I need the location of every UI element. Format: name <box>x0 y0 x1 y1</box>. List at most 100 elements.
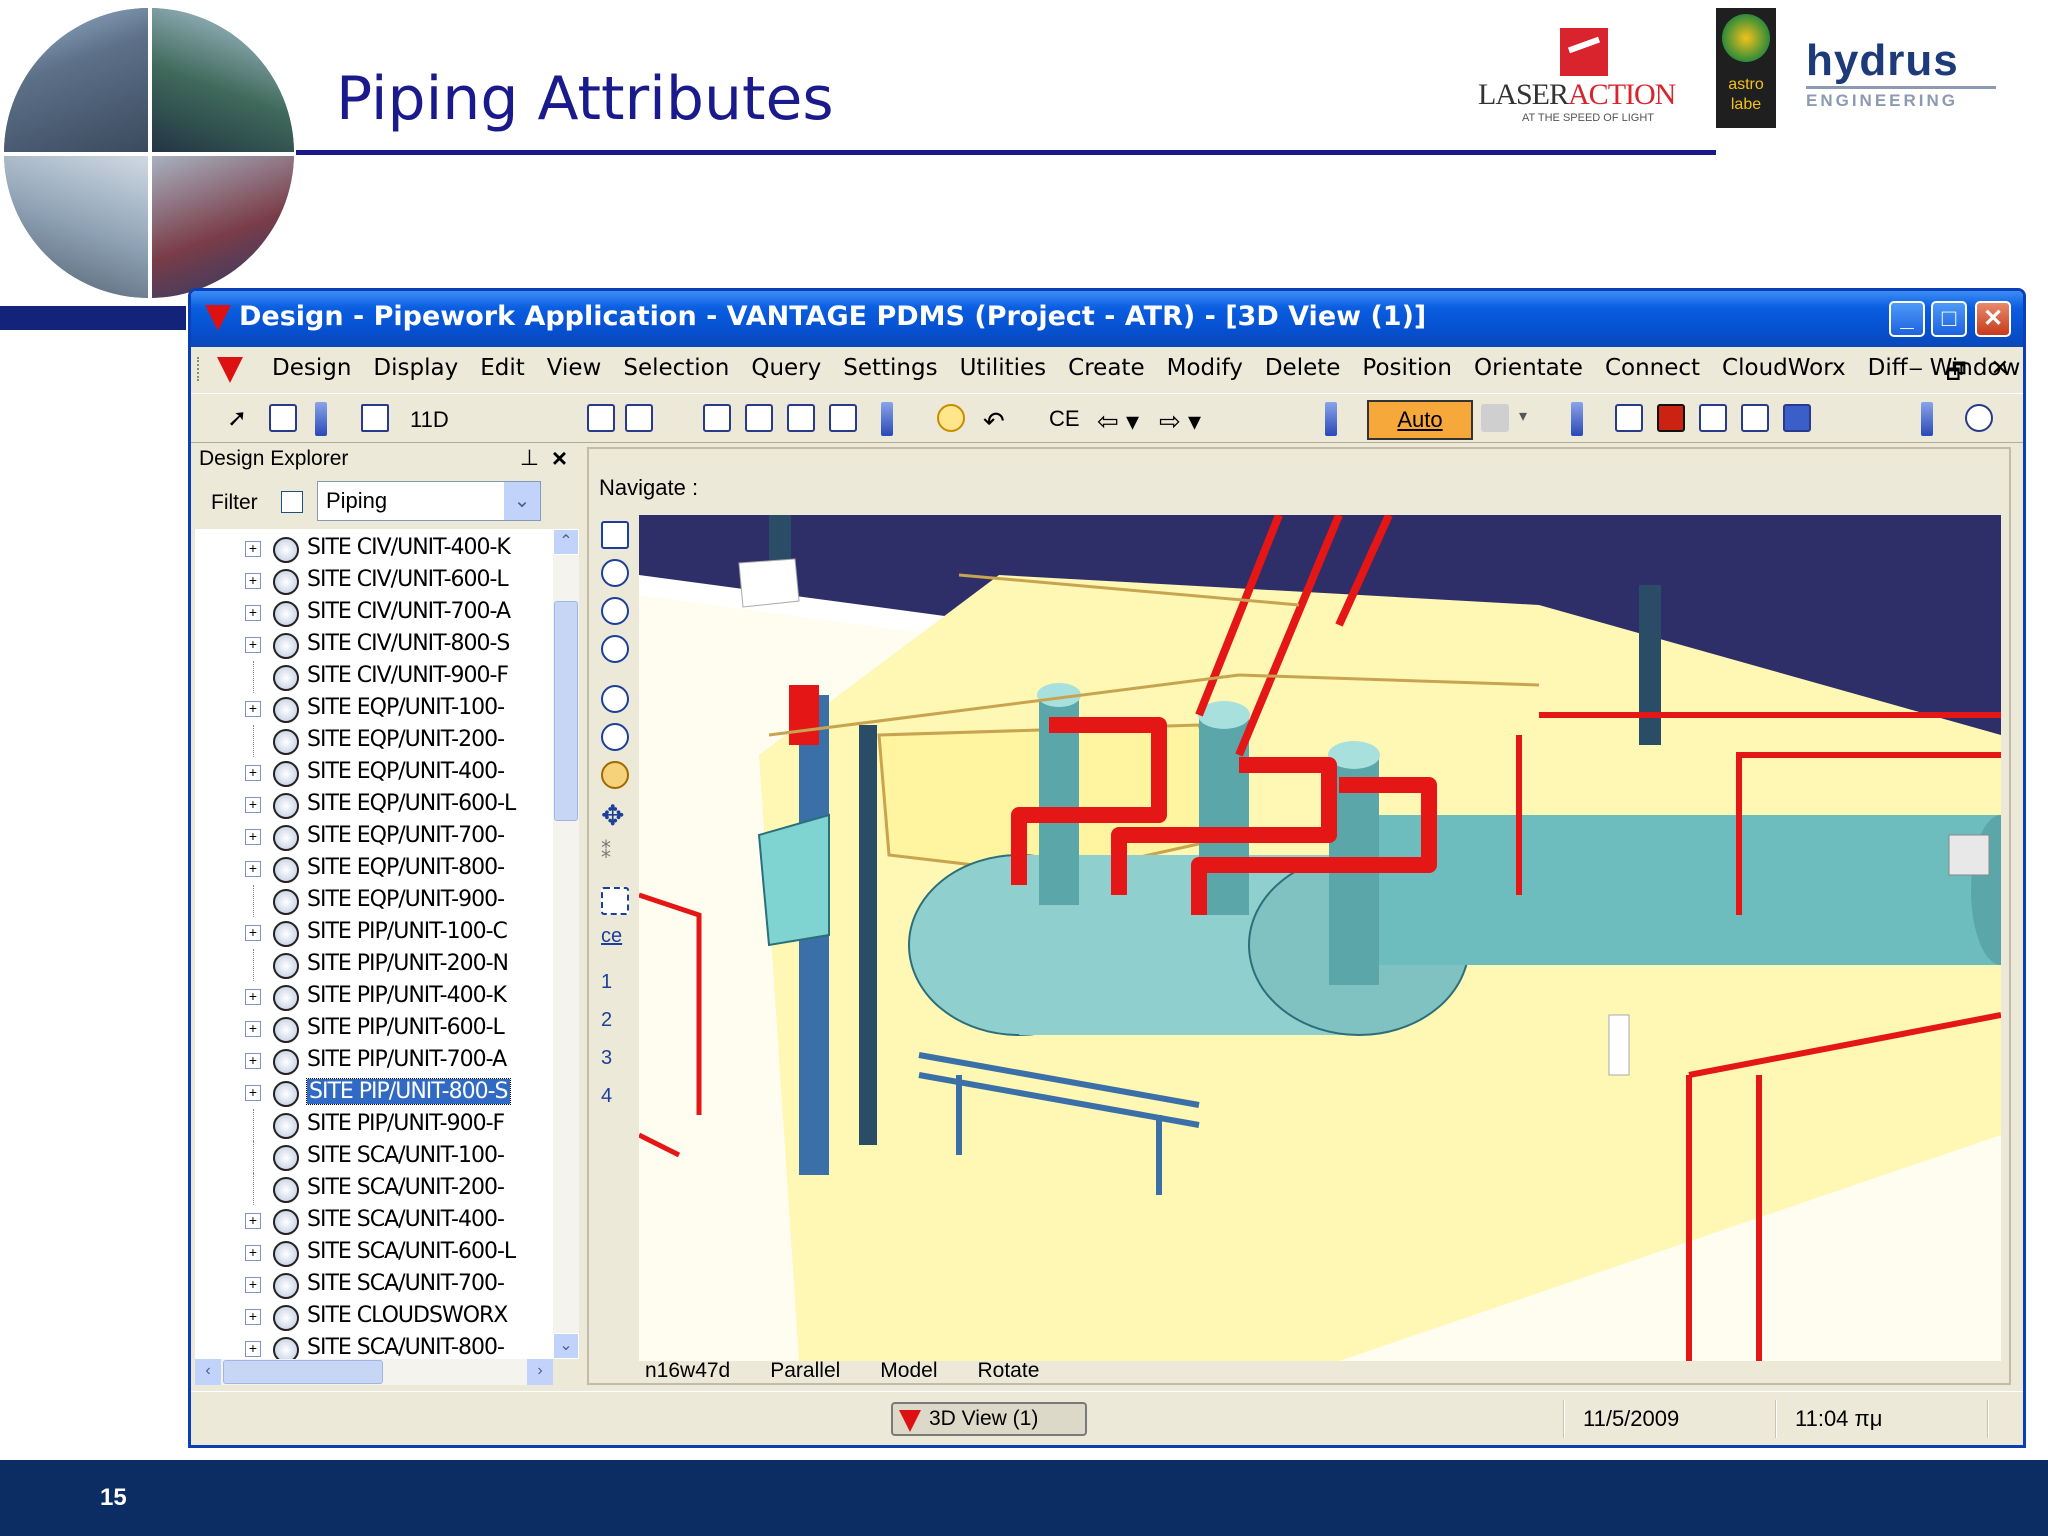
ce-button[interactable]: CE <box>1049 406 1080 432</box>
window-titlebar[interactable]: Design - Pipework Application - VANTAGE … <box>191 291 2023 347</box>
level-field[interactable]: 11D <box>401 402 577 436</box>
expand-icon[interactable]: + <box>245 573 261 589</box>
tree-item[interactable]: + SITE PIP/UNIT-600-L <box>195 1013 553 1045</box>
tree-item[interactable]: + SITE CIV/UNIT-600-L <box>195 565 553 597</box>
expand-icon[interactable]: + <box>245 605 261 621</box>
tree-item[interactable]: + SITE EQP/UNIT-800- <box>195 853 553 885</box>
expand-icon[interactable]: + <box>245 765 261 781</box>
menu-settings[interactable]: Settings <box>832 355 948 381</box>
tree-item[interactable]: + SITE SCA/UNIT-400- <box>195 1205 553 1237</box>
expand-icon[interactable]: + <box>245 1341 261 1357</box>
menu-view[interactable]: View <box>536 355 613 381</box>
menu-position[interactable]: Position <box>1351 355 1463 381</box>
forward-arrow-icon[interactable]: ⇨ ▾ <box>1159 406 1201 437</box>
tree-item[interactable]: + SITE SCA/UNIT-800- <box>195 1333 553 1359</box>
zoom-icon[interactable] <box>601 685 629 713</box>
menu-selection[interactable]: Selection <box>612 355 740 381</box>
tree-item[interactable]: SITE EQP/UNIT-200- <box>195 725 553 757</box>
menu-delete[interactable]: Delete <box>1254 355 1352 381</box>
chevron-down-icon[interactable]: ⌄ <box>504 482 540 520</box>
sun-light-icon[interactable] <box>937 404 965 432</box>
tree-horizontal-scrollbar[interactable]: ‹ › <box>195 1359 553 1385</box>
ce-view-icon[interactable]: ce <box>601 925 622 948</box>
3d-view-task-button[interactable]: 3D View (1) <box>891 1402 1087 1436</box>
table-icon[interactable] <box>1783 404 1811 432</box>
tree-item[interactable]: + SITE CIV/UNIT-400-K <box>195 533 553 565</box>
filter-checkbox[interactable] <box>281 491 303 513</box>
tree-item[interactable]: + SITE EQP/UNIT-600-L <box>195 789 553 821</box>
color-dropdown-icon[interactable]: ▾ <box>1519 406 1527 426</box>
expand-icon[interactable]: + <box>245 1245 261 1261</box>
pan-icon[interactable]: ✥ <box>601 799 624 832</box>
tree-vertical-scrollbar[interactable]: ⌃ ⌄ <box>553 529 579 1359</box>
pdms-menu-icon[interactable] <box>217 357 243 383</box>
explorer-close-icon[interactable]: × <box>552 443 567 474</box>
tree-item[interactable]: + SITE SCA/UNIT-700- <box>195 1269 553 1301</box>
expand-icon[interactable]: + <box>245 1053 261 1069</box>
levels-icon[interactable] <box>361 404 389 432</box>
walk-icon[interactable]: ⁑ <box>601 839 611 864</box>
menu-display[interactable]: Display <box>362 355 469 381</box>
expand-icon[interactable]: + <box>245 797 261 813</box>
scroll-left-icon[interactable]: ‹ <box>195 1359 221 1385</box>
menu-connect[interactable]: Connect <box>1594 355 1711 381</box>
tree-item[interactable]: SITE EQP/UNIT-900- <box>195 885 553 917</box>
expand-icon[interactable]: + <box>245 861 261 877</box>
pin-icon[interactable]: ⊥ <box>520 445 539 471</box>
tree-item[interactable]: SITE PIP/UNIT-900-F <box>195 1109 553 1141</box>
copy-icon[interactable] <box>1615 404 1643 432</box>
help-pointer-icon[interactable] <box>1965 404 1993 432</box>
mdi-minimize-button[interactable]: – <box>1910 355 1922 393</box>
auto-button[interactable]: Auto <box>1367 400 1473 440</box>
scroll-thumb[interactable] <box>223 1360 383 1384</box>
pointer-icon[interactable]: ➚ <box>227 404 255 432</box>
walk-left-icon[interactable] <box>587 404 615 432</box>
undo-icon[interactable]: ↶ <box>983 406 1005 437</box>
menu-edit[interactable]: Edit <box>469 355 536 381</box>
scroll-up-icon[interactable]: ⌃ <box>553 529 579 555</box>
saved-view-1-icon[interactable]: 1 <box>601 971 612 994</box>
tree-item[interactable]: SITE SCA/UNIT-200- <box>195 1173 553 1205</box>
tree-item[interactable]: + SITE PIP/UNIT-800-S <box>195 1077 553 1109</box>
zoom-limits-icon[interactable] <box>601 559 629 587</box>
menu-orientate[interactable]: Orientate <box>1463 355 1594 381</box>
minimize-button[interactable]: _ <box>1889 301 1925 337</box>
zoom-in-icon[interactable] <box>601 723 629 751</box>
tree-item[interactable]: SITE CIV/UNIT-900-F <box>195 661 553 693</box>
scroll-down-icon[interactable]: ⌄ <box>553 1333 579 1359</box>
menu-query[interactable]: Query <box>740 355 832 381</box>
expand-icon[interactable]: + <box>245 925 261 941</box>
close-button[interactable]: ✕ <box>1975 301 2011 337</box>
saved-view-2-icon[interactable]: 2 <box>601 1009 612 1032</box>
tree-item[interactable]: SITE PIP/UNIT-200-N <box>195 949 553 981</box>
tree-item[interactable]: + SITE EQP/UNIT-700- <box>195 821 553 853</box>
box-view-icon[interactable] <box>703 404 731 432</box>
zoom-selection-icon[interactable] <box>601 597 629 625</box>
tree-item[interactable]: + SITE PIP/UNIT-100-C <box>195 917 553 949</box>
iso-view-icon[interactable] <box>787 404 815 432</box>
layers-view-icon[interactable] <box>829 404 857 432</box>
menu-create[interactable]: Create <box>1057 355 1155 381</box>
menu-modify[interactable]: Modify <box>1156 355 1254 381</box>
expand-icon[interactable]: + <box>245 1309 261 1325</box>
look-icon[interactable] <box>601 635 629 663</box>
scroll-right-icon[interactable]: › <box>527 1359 553 1385</box>
color-swatch[interactable] <box>1481 404 1509 432</box>
select-box-icon[interactable] <box>269 404 297 432</box>
box-zoom-icon[interactable] <box>601 887 629 915</box>
back-arrow-icon[interactable]: ⇦ ▾ <box>1097 406 1139 437</box>
3d-viewport[interactable] <box>639 515 2001 1361</box>
expand-icon[interactable]: + <box>245 1085 261 1101</box>
tree-item[interactable]: + SITE EQP/UNIT-100- <box>195 693 553 725</box>
view-layout-icon[interactable] <box>1741 404 1769 432</box>
maximize-button[interactable]: □ <box>1931 301 1967 337</box>
tree-item[interactable]: + SITE CIV/UNIT-800-S <box>195 629 553 661</box>
tree-item[interactable]: + SITE CLOUDSWORX <box>195 1301 553 1333</box>
expand-icon[interactable]: + <box>245 989 261 1005</box>
expand-icon[interactable]: + <box>245 829 261 845</box>
rotate-icon[interactable] <box>601 761 629 789</box>
scroll-thumb[interactable] <box>554 601 578 821</box>
menu-cloudworx[interactable]: CloudWorx <box>1711 355 1857 381</box>
tree-item[interactable]: + SITE SCA/UNIT-600-L <box>195 1237 553 1269</box>
tree-item[interactable]: + SITE PIP/UNIT-700-A <box>195 1045 553 1077</box>
